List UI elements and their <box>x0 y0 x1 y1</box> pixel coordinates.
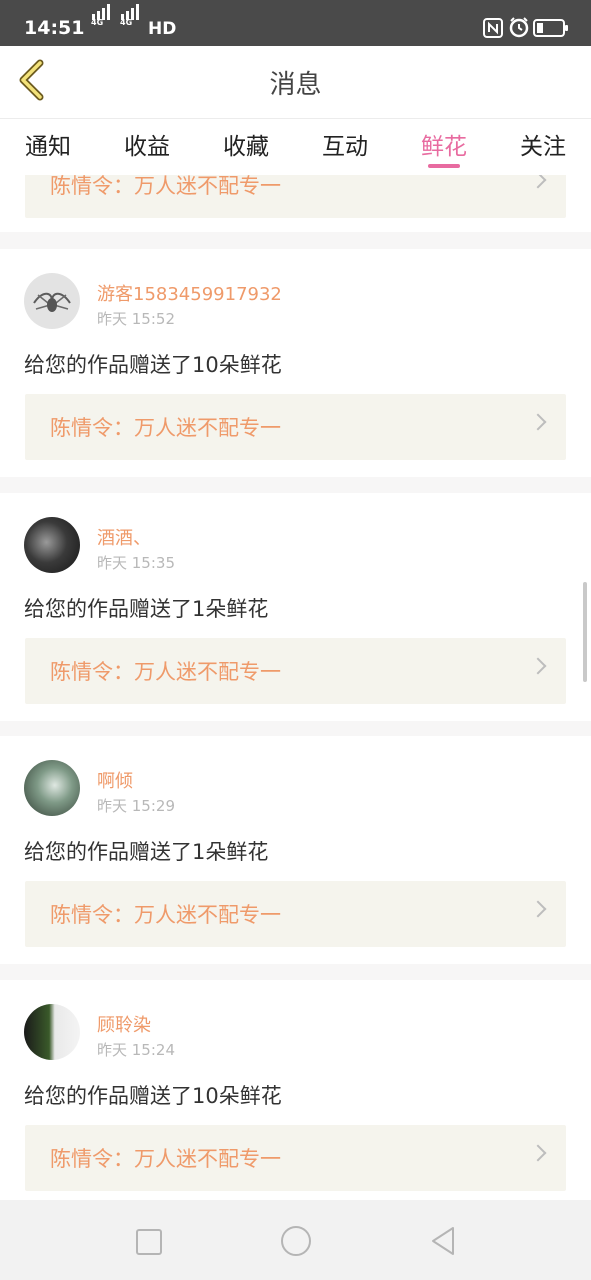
timestamp: 昨天 15:35 <box>97 554 175 572</box>
status-bar: 14:51 4G 4G HD <box>0 0 591 46</box>
tab-notifications[interactable]: 通知 <box>12 127 84 161</box>
work-title: 陈情令：万人迷不配专一 <box>50 416 281 440</box>
tab-earnings[interactable]: 收益 <box>111 127 183 161</box>
timestamp: 昨天 15:29 <box>97 797 175 815</box>
tab-flowers[interactable]: 鲜花 <box>408 127 480 161</box>
avatar[interactable] <box>24 1004 80 1060</box>
work-title: 陈情令：万人迷不配专一 <box>50 175 281 198</box>
header: 消息 <box>0 46 591 119</box>
alarm-icon <box>509 17 529 38</box>
username[interactable]: 游客1583459917932 <box>97 280 282 306</box>
avatar[interactable] <box>24 517 80 573</box>
work-title: 陈情令：万人迷不配专一 <box>50 1147 281 1171</box>
message-list[interactable]: 陈情令：万人迷不配专一 游客1583459917932 昨天 15:52 给您的… <box>0 175 591 1200</box>
message-text: 给您的作品赠送了1朵鲜花 <box>24 597 269 621</box>
message-text: 给您的作品赠送了1朵鲜花 <box>24 840 269 864</box>
username[interactable]: 顾聆染 <box>97 1011 151 1037</box>
hd-label: HD <box>148 19 177 39</box>
chevron-right-icon <box>529 1144 547 1162</box>
system-nav-bar <box>0 1200 591 1280</box>
avatar[interactable] <box>24 760 80 816</box>
list-item: 啊倾 昨天 15:29 给您的作品赠送了1朵鲜花 陈情令：万人迷不配专一 <box>0 736 591 964</box>
chevron-right-icon <box>529 900 547 918</box>
tab-bar: 通知 收益 收藏 互动 鲜花 关注 <box>0 119 591 175</box>
timestamp: 昨天 15:24 <box>97 1041 175 1059</box>
tab-favorites[interactable]: 收藏 <box>210 127 282 161</box>
username[interactable]: 酒酒、 <box>97 524 151 550</box>
avatar[interactable] <box>24 273 80 329</box>
list-item: 酒酒、 昨天 15:35 给您的作品赠送了1朵鲜花 陈情令：万人迷不配专一 <box>0 493 591 721</box>
timestamp: 昨天 15:52 <box>97 310 175 328</box>
tab-interactions[interactable]: 互动 <box>309 127 381 161</box>
battery-icon <box>533 19 568 37</box>
status-time: 14:51 <box>24 17 85 39</box>
work-link[interactable]: 陈情令：万人迷不配专一 <box>25 638 566 704</box>
chevron-right-icon <box>529 657 547 675</box>
message-text: 给您的作品赠送了10朵鲜花 <box>24 353 282 377</box>
username[interactable]: 啊倾 <box>97 767 133 793</box>
page-title: 消息 <box>269 70 322 100</box>
chevron-right-icon <box>529 175 547 189</box>
work-link[interactable]: 陈情令：万人迷不配专一 <box>25 881 566 947</box>
nfc-icon <box>483 18 503 38</box>
work-link[interactable]: 陈情令：万人迷不配专一 <box>25 1125 566 1191</box>
work-link[interactable]: 陈情令：万人迷不配专一 <box>25 175 566 218</box>
work-link[interactable]: 陈情令：万人迷不配专一 <box>25 394 566 460</box>
scrollbar[interactable] <box>583 582 587 682</box>
active-tab-indicator <box>428 164 460 168</box>
tab-follows[interactable]: 关注 <box>507 127 579 161</box>
work-title: 陈情令：万人迷不配专一 <box>50 903 281 927</box>
circle-home-icon[interactable] <box>281 1226 311 1256</box>
list-item: 游客1583459917932 昨天 15:52 给您的作品赠送了10朵鲜花 陈… <box>0 249 591 477</box>
triangle-back-icon[interactable] <box>430 1226 456 1256</box>
message-text: 给您的作品赠送了10朵鲜花 <box>24 1084 282 1108</box>
work-title: 陈情令：万人迷不配专一 <box>50 660 281 684</box>
list-item: 顾聆染 昨天 15:24 给您的作品赠送了10朵鲜花 陈情令：万人迷不配专一 <box>0 980 591 1200</box>
square-recent-apps-icon[interactable] <box>136 1229 162 1255</box>
list-item-partial: 陈情令：万人迷不配专一 <box>0 175 591 232</box>
chevron-right-icon <box>529 413 547 431</box>
